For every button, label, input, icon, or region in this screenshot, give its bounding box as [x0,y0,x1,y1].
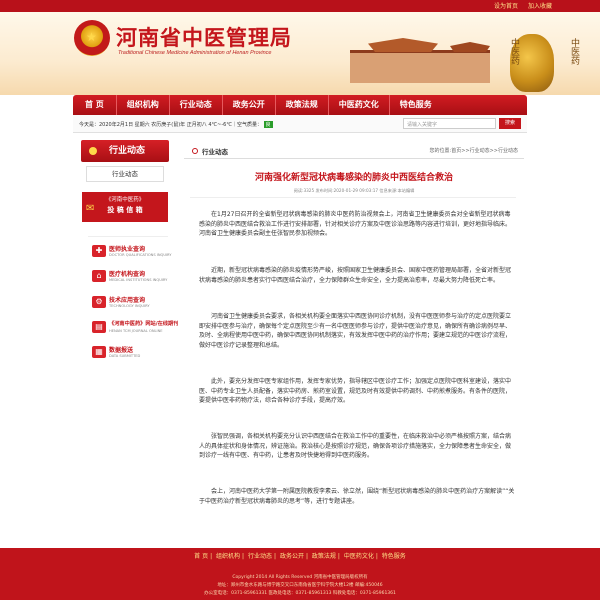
top-links: 设为首页 加入收藏 [486,1,552,10]
service-subtitle: TECHNOLOGY INQUIRY [109,304,150,308]
weather-text: 4℃~-6℃｜空气质量： [208,122,262,128]
nav-home[interactable]: 首 页 [73,95,117,115]
footer-link-industry-news[interactable]: 行业动态 [248,553,272,560]
data-icon: ▦ [92,346,106,358]
search-input[interactable]: 请输入关键字 [403,118,496,129]
roof-illustration [368,38,438,52]
add-favorite-link[interactable]: 加入收藏 [528,3,552,10]
site-title[interactable]: 河南省中医管理局 [116,22,292,52]
service-data-submit[interactable]: ▦ 数据报送 DATA SUBMITTED [92,344,170,362]
calligraphy-right: 中医药 [569,38,579,65]
roof-illustration-2 [450,42,490,52]
footer-link-services[interactable]: 特色服务 [382,553,406,560]
copyright: Copyright 2014 All Rights Reserved 河南省中医… [232,575,368,580]
site-subtitle: Traditional Chinese Medicine Administrat… [118,50,272,56]
article-meta: 阅读:3325 发布时间:2020-01-29 09:03:17 信息来源:本站… [293,188,415,193]
journal-icon: ▤ [92,321,106,333]
service-title: 数据报送 [109,347,134,354]
nav-tcm-culture[interactable]: 中医药文化 [329,95,390,115]
sidebar-heading: 行业动态 [81,140,169,162]
star-icon: ★ [86,30,97,44]
mail-icon: ✉ [86,203,95,214]
article-paragraph: 张智民强调，各相关机构要充分认识中西医结合在救治工作中的重要性，在临床救治中必须… [199,433,512,460]
footer-link-government-affairs[interactable]: 政务公开 [280,553,304,560]
search-button[interactable]: 搜索 [499,118,521,129]
divider [190,197,516,198]
info-bar: 今天是：2020年2月1日 星期六 农历庚子(鼠)年 正月初八 4℃~-6℃｜空… [73,115,527,133]
section-icon [192,148,198,154]
service-subtitle: HENAN TCM JOURNAL ONLINE [109,329,163,333]
service-title: 医师执业查询 [109,246,146,253]
nav-government-affairs[interactable]: 政务公开 [223,95,276,115]
technology-icon: ⚙ [92,296,106,308]
banner-mailbox-label: 投 稿 信 箱 [107,206,143,214]
nav-services[interactable]: 特色服务 [390,95,442,115]
nav-industry-news[interactable]: 行业动态 [170,95,223,115]
banner-journal-name: 《河南中医药》 [105,197,145,203]
service-title: 《河南中医药》网站/在线期刊 [109,321,179,327]
aqi-badge: 良 [263,121,273,128]
service-subtitle: MEDICAL INSTITUTIONS INQUIRY [109,278,168,282]
service-subtitle: DOCTOR QUALIFICATIONS INQUIRY [109,253,172,257]
nav-policies[interactable]: 政策法规 [276,95,329,115]
content-header: 行业动态 您的位置:首页>>行业动态>>行业动态 [184,143,524,159]
nav-organization[interactable]: 组织机构 [117,95,170,115]
sidebar-heading-label: 行业动态 [109,146,146,156]
hospital-icon: ⌂ [92,270,106,282]
footer-links: 首 页 | 组织机构 | 行业动态 | 政务公开 | 政策法规 | 中医药文化 | 特色服务 [194,553,406,560]
main-nav: 首 页 组织机构 行业动态 政务公开 政策法规 中医药文化 特色服务 [73,95,527,115]
divider [88,236,168,237]
service-technology-inquiry[interactable]: ⚙ 技术应用查询 TECHNOLOGY INQUIRY [92,294,170,312]
calligraphy-left: 中医药 [509,38,519,65]
date-text: 今天是：2020年2月1日 星期六 农历庚子(鼠)年 正月初八 [79,122,207,128]
address: 地址：郑州市金水东路与博学路交叉口东南角省医学科学院大楼12楼 邮编:45004… [217,583,383,588]
bullet-icon [89,147,97,155]
section-title: 行业动态 [202,148,228,156]
service-institution-inquiry[interactable]: ⌂ 医疗机构查询 MEDICAL INSTITUTIONS INQUIRY [92,268,170,286]
service-subtitle: DATA SUBMITTED [109,354,141,358]
article-paragraph: 此外，要充分发挥中医专家组作用，发挥专家优势，指导辖区中医诊疗工作；加强定点医院… [199,378,512,405]
article-title: 河南强化新型冠状病毒感染的肺炎中西医结合救治 [254,173,453,183]
service-doctor-inquiry[interactable]: ✚ 医师执业查询 DOCTOR QUALIFICATIONS INQUIRY [92,243,172,261]
article-paragraph: 河南省卫生健康委员会要求，各相关机构要全面落实中西医协同诊疗机制，没有中医医师参… [199,313,512,349]
sidebar-item-industry-news[interactable]: 行业动态 [86,166,164,182]
submission-mailbox-banner[interactable]: 《河南中医药》 投 稿 信 箱 [82,192,168,222]
service-journal[interactable]: ▤ 《河南中医药》网站/在线期刊 HENAN TCM JOURNAL ONLIN… [92,319,178,337]
service-title: 技术应用查询 [109,297,146,304]
footer-link-home[interactable]: 首 页 [194,553,208,560]
article-paragraph: 在1月27日召开的全省新型冠状病毒感染的肺炎中医药防治视频会上，河南省卫生健康委… [199,211,512,238]
date-weather: 今天是：2020年2月1日 星期六 农历庚子(鼠)年 正月初八 4℃~-6℃｜空… [79,121,273,128]
breadcrumb[interactable]: 您的位置:首页>>行业动态>>行业动态 [430,147,518,154]
phone-numbers: 办公室电话：0371-85961331 医政处电话：0371-85961313 … [204,591,396,596]
footer: 首 页 | 组织机构 | 行业动态 | 政务公开 | 政策法规 | 中医药文化 | 特色服务… [0,548,600,600]
doctor-icon: ✚ [92,245,106,257]
service-title: 医疗机构查询 [109,271,146,278]
article-paragraph: 会上，河南中医药大学第一附属医院教授李素云、徐立然，围绕“新型冠状病毒感染的肺炎… [199,488,515,505]
footer-link-organization[interactable]: 组织机构 [216,553,240,560]
building-illustration [350,50,490,83]
article-paragraph: 近期，新型冠状病毒感染的肺炎疫情形势严峻，按照国家卫生健康委员会、国家中医药管理… [199,267,512,284]
footer-link-tcm-culture[interactable]: 中医药文化 [344,553,374,560]
footer-link-policies[interactable]: 政策法规 [312,553,336,560]
set-homepage-link[interactable]: 设为首页 [494,3,518,10]
